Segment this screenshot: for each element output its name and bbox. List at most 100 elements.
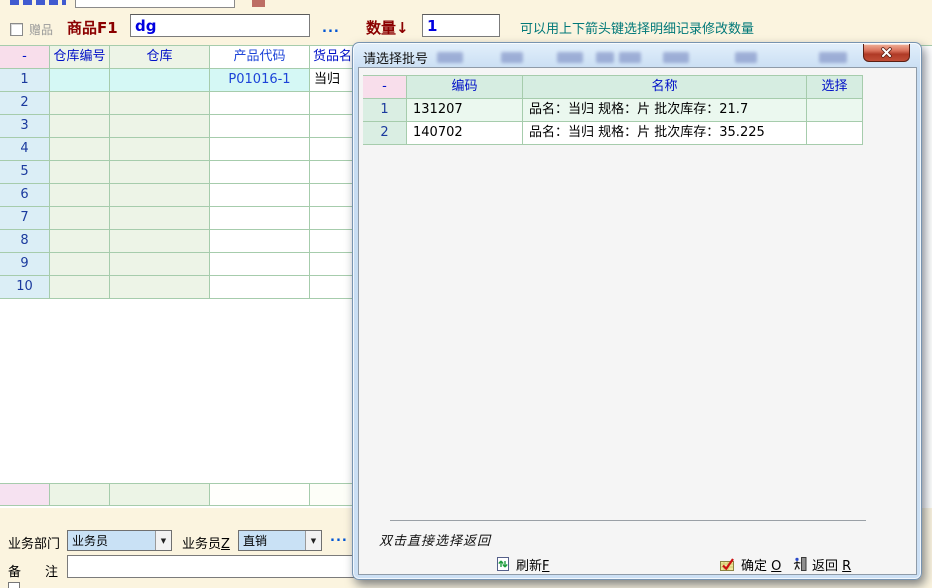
cell[interactable] bbox=[50, 253, 110, 276]
cell[interactable] bbox=[110, 69, 210, 92]
cell[interactable]: 1 bbox=[363, 99, 407, 122]
cell[interactable]: 8 bbox=[0, 230, 50, 253]
cell[interactable] bbox=[50, 230, 110, 253]
cell[interactable] bbox=[50, 92, 110, 115]
cell[interactable] bbox=[110, 230, 210, 253]
cell[interactable]: 4 bbox=[0, 138, 50, 161]
cell[interactable] bbox=[110, 184, 210, 207]
cell[interactable]: 10 bbox=[0, 276, 50, 299]
cell[interactable]: P01016-1 bbox=[210, 69, 310, 92]
main-column-header: 仓库编号 bbox=[50, 46, 110, 69]
title-ghost-text bbox=[596, 52, 614, 63]
cell[interactable] bbox=[110, 92, 210, 115]
dialog-title: 请选择批号 bbox=[363, 48, 428, 67]
department-label: 业务部门 bbox=[8, 533, 60, 552]
title-ghost-text bbox=[735, 52, 757, 63]
title-ghost-text bbox=[619, 52, 641, 63]
footer-cell bbox=[110, 483, 210, 506]
cell[interactable] bbox=[807, 99, 863, 122]
dropdown-arrow-icon[interactable]: ▼ bbox=[155, 531, 171, 550]
batch-column-header: 编码 bbox=[407, 76, 523, 99]
cell[interactable]: 1 bbox=[0, 69, 50, 92]
ok-check-icon bbox=[719, 556, 736, 572]
clipped-input-fragment[interactable] bbox=[75, 0, 235, 8]
cell[interactable]: 2 bbox=[0, 92, 50, 115]
back-button[interactable]: 返回 R bbox=[792, 554, 851, 574]
cell[interactable]: 6 bbox=[0, 184, 50, 207]
ok-button[interactable]: 确定 O bbox=[719, 554, 781, 574]
clipped-dots-fragment: ... bbox=[238, 0, 252, 6]
cell[interactable]: 7 bbox=[0, 207, 50, 230]
batch-column-header: 名称 bbox=[523, 76, 807, 99]
cell[interactable] bbox=[110, 253, 210, 276]
refresh-button[interactable]: 刷新F bbox=[495, 554, 550, 574]
batch-column-header: - bbox=[363, 76, 407, 99]
cell[interactable] bbox=[50, 138, 110, 161]
dropdown-arrow-icon[interactable]: ▼ bbox=[305, 531, 321, 550]
cell[interactable]: 2 bbox=[363, 122, 407, 145]
salesman-value: 直销 bbox=[239, 532, 305, 549]
batch-column-header: 选择 bbox=[807, 76, 863, 99]
salesman-more-button[interactable]: ... bbox=[330, 530, 348, 545]
department-select[interactable]: 业务员 ▼ bbox=[67, 530, 172, 551]
batch-row[interactable]: 1131207品名：当归 规格：片 批次库存：21.7 bbox=[363, 99, 863, 122]
cell[interactable]: 品名：当归 规格：片 批次库存：21.7 bbox=[523, 99, 807, 122]
clipped-red-fragment bbox=[252, 0, 265, 7]
salesman-select[interactable]: 直销 ▼ bbox=[238, 530, 322, 551]
cell[interactable]: 3 bbox=[0, 115, 50, 138]
product-label: 商品F1 bbox=[67, 17, 118, 38]
batch-table: -编码名称选择 1131207品名：当归 规格：片 批次库存：21.721407… bbox=[363, 75, 863, 145]
cell[interactable] bbox=[50, 276, 110, 299]
department-value: 业务员 bbox=[68, 532, 155, 549]
refresh-button-label: 刷新F bbox=[516, 555, 550, 574]
title-ghost-text bbox=[819, 52, 847, 63]
cell[interactable] bbox=[210, 138, 310, 161]
cell[interactable] bbox=[210, 230, 310, 253]
title-ghost-text bbox=[501, 52, 523, 63]
cell[interactable] bbox=[110, 138, 210, 161]
cell[interactable] bbox=[210, 161, 310, 184]
ok-button-label: 确定 O bbox=[741, 555, 781, 574]
quantity-input[interactable] bbox=[422, 14, 500, 37]
cell[interactable] bbox=[110, 115, 210, 138]
cell[interactable] bbox=[50, 207, 110, 230]
batch-table-body: 1131207品名：当归 规格：片 批次库存：21.72140702品名：当归 … bbox=[363, 99, 863, 145]
close-icon bbox=[881, 47, 892, 58]
arrow-keys-hint: 可以用上下箭头键选择明细记录修改数量 bbox=[520, 18, 754, 37]
cell[interactable] bbox=[110, 207, 210, 230]
cell[interactable] bbox=[50, 161, 110, 184]
main-column-header: 仓库 bbox=[110, 46, 210, 69]
close-button[interactable] bbox=[863, 44, 910, 62]
cell[interactable]: 5 bbox=[0, 161, 50, 184]
title-ghost-text bbox=[557, 52, 583, 63]
gift-checkbox[interactable] bbox=[10, 23, 23, 36]
batch-row[interactable]: 2140702品名：当归 规格：片 批次库存：35.225 bbox=[363, 122, 863, 145]
cell[interactable] bbox=[50, 184, 110, 207]
cell[interactable]: 131207 bbox=[407, 99, 523, 122]
cell[interactable] bbox=[807, 122, 863, 145]
cell[interactable] bbox=[110, 161, 210, 184]
cell[interactable] bbox=[210, 276, 310, 299]
product-more-button[interactable]: ... bbox=[322, 21, 340, 36]
cell[interactable] bbox=[210, 253, 310, 276]
cell[interactable] bbox=[210, 207, 310, 230]
cell[interactable]: 9 bbox=[0, 253, 50, 276]
title-ghost-text bbox=[437, 52, 463, 63]
cell[interactable] bbox=[110, 276, 210, 299]
cell[interactable]: 140702 bbox=[407, 122, 523, 145]
cell[interactable] bbox=[210, 115, 310, 138]
product-input[interactable] bbox=[130, 14, 310, 37]
batch-select-dialog: 请选择批号 -编码名称选择 1131207品名：当归 规格：片 批次库存：21.… bbox=[352, 42, 922, 580]
cell[interactable] bbox=[210, 184, 310, 207]
cell[interactable] bbox=[50, 115, 110, 138]
footer-cell bbox=[50, 483, 110, 506]
cell[interactable] bbox=[50, 69, 110, 92]
main-column-header: - bbox=[0, 46, 50, 69]
cell[interactable]: 品名：当归 规格：片 批次库存：35.225 bbox=[523, 122, 807, 145]
cell[interactable] bbox=[210, 92, 310, 115]
app-window: ... 赠品 商品F1 ... 数量↓ 可以用上下箭头键选择明细记录修改数量 -… bbox=[0, 0, 932, 588]
footer-cell bbox=[210, 483, 310, 506]
title-ghost-text bbox=[663, 52, 689, 63]
separator-line bbox=[390, 520, 866, 521]
gift-checkbox-group: 赠品 bbox=[10, 21, 53, 38]
